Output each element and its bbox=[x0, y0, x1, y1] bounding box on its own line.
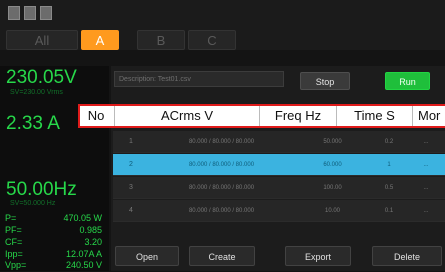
usb-icon bbox=[8, 6, 20, 20]
crest-factor-label: CF= bbox=[5, 237, 23, 247]
power-label: P= bbox=[5, 213, 17, 223]
lan-icon bbox=[24, 6, 36, 20]
header-freq[interactable]: Freq Hz bbox=[260, 104, 337, 128]
description-field[interactable]: Description: Test01.csv bbox=[114, 71, 284, 87]
header-time[interactable]: Time S bbox=[337, 104, 413, 128]
cell-no: 2 bbox=[129, 161, 133, 168]
cell-more[interactable]: ... bbox=[407, 154, 445, 176]
cell-more[interactable]: ... bbox=[407, 131, 445, 153]
table-row[interactable]: 3 80.000 / 80.000 / 80.000 100.00 0.5 ..… bbox=[113, 177, 445, 199]
cell-acrms: 80.000 / 80.000 / 80.000 bbox=[188, 208, 255, 214]
header-no[interactable]: No bbox=[78, 104, 115, 128]
frequency-setpoint: SV=50.000 Hz bbox=[10, 200, 56, 207]
tab-c[interactable]: C bbox=[188, 30, 236, 50]
cell-more[interactable]: ... bbox=[407, 177, 445, 199]
voltage-setpoint: SV=230.00 Vrms bbox=[10, 89, 63, 96]
cell-acrms: 80.000 / 80.000 / 80.000 bbox=[188, 162, 255, 168]
cell-no: 3 bbox=[129, 184, 133, 191]
table-row-selected[interactable]: 2 80.000 / 80.000 / 80.000 60.000 1 ... bbox=[113, 154, 445, 176]
vpp-value: 240.50 V bbox=[65, 260, 102, 270]
cell-time: 0.5 bbox=[384, 185, 394, 191]
tab-b[interactable]: B bbox=[137, 30, 185, 50]
current-reading: 2.33 A bbox=[6, 113, 60, 134]
cell-freq: 50.000 bbox=[323, 139, 342, 145]
run-button[interactable]: Run bbox=[385, 72, 430, 90]
power-factor-label: PF= bbox=[5, 225, 22, 235]
stop-button[interactable]: Stop bbox=[300, 72, 350, 90]
cell-freq: 10.00 bbox=[324, 208, 340, 214]
table-row[interactable]: 1 80.000 / 80.000 / 80.000 50.000 0.2 ..… bbox=[113, 131, 445, 153]
cell-no: 1 bbox=[129, 138, 133, 145]
open-button[interactable]: Open bbox=[115, 246, 179, 266]
create-button[interactable]: Create bbox=[189, 246, 255, 266]
table-header: No ACrms V Freq Hz Time S Mor bbox=[78, 104, 445, 128]
header-more[interactable]: Mor bbox=[413, 104, 445, 128]
cell-more[interactable]: ... bbox=[407, 200, 445, 222]
cell-no: 4 bbox=[129, 207, 133, 214]
description-value: Test01.csv bbox=[157, 76, 191, 83]
frequency-reading: 50.00Hz bbox=[6, 179, 77, 200]
cell-time: 0.2 bbox=[384, 139, 394, 145]
table-row[interactable]: 4 80.000 / 80.000 / 80.000 10.00 0.1 ... bbox=[113, 200, 445, 222]
voltage-reading: 230.05V bbox=[6, 67, 77, 88]
vpp-label: Vpp= bbox=[5, 260, 27, 270]
cell-freq: 100.00 bbox=[323, 185, 342, 191]
tab-a[interactable]: A bbox=[81, 30, 119, 50]
tab-all[interactable]: All bbox=[6, 30, 78, 50]
cell-acrms: 80.000 / 80.000 / 80.000 bbox=[188, 139, 255, 145]
export-button[interactable]: Export bbox=[285, 246, 351, 266]
header-acrms[interactable]: ACrms V bbox=[115, 104, 260, 128]
cell-time: 1 bbox=[387, 162, 391, 168]
keyboard-icon bbox=[40, 6, 52, 20]
cell-freq: 60.000 bbox=[323, 162, 342, 168]
description-label: Description: bbox=[119, 76, 156, 83]
delete-button[interactable]: Delete bbox=[372, 246, 442, 266]
vpp-line: Vpp= 240.50 V bbox=[5, 258, 102, 272]
cell-time: 0.1 bbox=[384, 208, 394, 214]
cell-acrms: 80.000 / 80.000 / 80.000 bbox=[188, 185, 255, 191]
